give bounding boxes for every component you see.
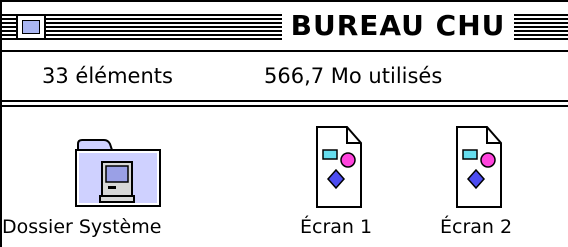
system-folder-icon [75, 139, 161, 207]
icon-label-dossier-systeme: Dossier Système [2, 216, 162, 238]
info-bar: 33 éléments 566,7 Mo utilisés [2, 54, 568, 100]
icon-label-ecran-2: Écran 2 [440, 216, 513, 238]
disk-usage-text: 566,7 Mo utilisés [264, 64, 443, 88]
title-divider [2, 50, 568, 52]
icon-dossier-systeme[interactable]: Dossier Système [2, 120, 212, 245]
item-count-text: 33 éléments [42, 64, 173, 88]
window-title: BUREAU CHU [282, 8, 514, 44]
icon-ecran-2[interactable]: Écran 2 [432, 120, 532, 245]
close-box-icon [22, 20, 40, 34]
picture-document-icon [456, 126, 502, 208]
finder-window: BUREAU CHU 33 éléments 566,7 Mo utilisés… [0, 0, 568, 247]
icon-ecran-1[interactable]: Écran 1 [292, 120, 382, 245]
picture-document-icon [316, 126, 362, 208]
close-box-button[interactable] [16, 14, 46, 40]
title-bar[interactable]: BUREAU CHU [2, 2, 568, 50]
info-divider-top [2, 100, 568, 102]
title-bar-stripes-right [514, 14, 568, 40]
icon-label-ecran-1: Écran 1 [300, 216, 373, 238]
info-divider-bottom [2, 105, 568, 107]
